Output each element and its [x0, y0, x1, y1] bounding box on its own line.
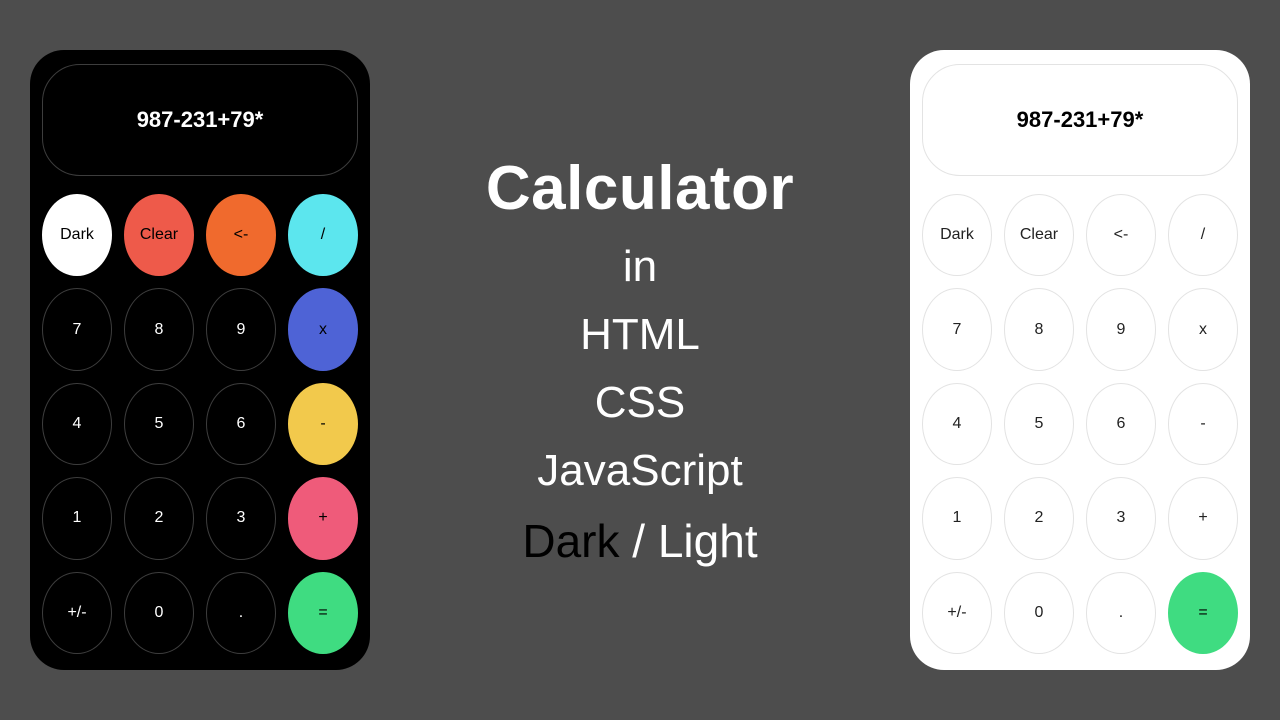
sign-toggle-button[interactable]: +/-: [922, 572, 992, 654]
digit-0-button[interactable]: 0: [124, 572, 194, 654]
digit-5-button[interactable]: 5: [124, 383, 194, 465]
theme-toggle-button[interactable]: Dark: [42, 194, 112, 276]
backspace-button[interactable]: <-: [1086, 194, 1156, 276]
digit-8-button[interactable]: 8: [124, 288, 194, 370]
clear-button[interactable]: Clear: [124, 194, 194, 276]
sign-toggle-button[interactable]: +/-: [42, 572, 112, 654]
digit-3-button[interactable]: 3: [1086, 477, 1156, 559]
multiply-button[interactable]: x: [1168, 288, 1238, 370]
calculator-light: 987-231+79* Dark Clear <- / 7 8 9 x 4 5 …: [910, 50, 1250, 670]
theme-toggle-button[interactable]: Dark: [922, 194, 992, 276]
display-dark: 987-231+79*: [42, 64, 358, 176]
digit-6-button[interactable]: 6: [1086, 383, 1156, 465]
digit-6-button[interactable]: 6: [206, 383, 276, 465]
digit-2-button[interactable]: 2: [124, 477, 194, 559]
digit-2-button[interactable]: 2: [1004, 477, 1074, 559]
calculator-dark: 987-231+79* Dark Clear <- / 7 8 9 x 4 5 …: [30, 50, 370, 670]
digit-1-button[interactable]: 1: [922, 477, 992, 559]
add-button[interactable]: +: [1168, 477, 1238, 559]
title-js: JavaScript: [537, 446, 742, 496]
keypad-dark: Dark Clear <- / 7 8 9 x 4 5 6 - 1 2 3 + …: [42, 194, 358, 654]
digit-4-button[interactable]: 4: [42, 383, 112, 465]
add-button[interactable]: +: [288, 477, 358, 559]
title-mode-light: Light: [658, 515, 758, 567]
digit-5-button[interactable]: 5: [1004, 383, 1074, 465]
clear-button[interactable]: Clear: [1004, 194, 1074, 276]
multiply-button[interactable]: x: [288, 288, 358, 370]
title-mode: Dark / Light: [522, 514, 757, 568]
digit-8-button[interactable]: 8: [1004, 288, 1074, 370]
digit-9-button[interactable]: 9: [206, 288, 276, 370]
display-light: 987-231+79*: [922, 64, 1238, 176]
digit-4-button[interactable]: 4: [922, 383, 992, 465]
digit-7-button[interactable]: 7: [922, 288, 992, 370]
digit-7-button[interactable]: 7: [42, 288, 112, 370]
title-mode-sep: /: [620, 515, 658, 567]
subtract-button[interactable]: -: [1168, 383, 1238, 465]
equals-button[interactable]: =: [288, 572, 358, 654]
digit-1-button[interactable]: 1: [42, 477, 112, 559]
digit-0-button[interactable]: 0: [1004, 572, 1074, 654]
keypad-light: Dark Clear <- / 7 8 9 x 4 5 6 - 1 2 3 + …: [922, 194, 1238, 654]
digit-3-button[interactable]: 3: [206, 477, 276, 559]
title-block: Calculator in HTML CSS JavaScript Dark /…: [486, 153, 794, 568]
divide-button[interactable]: /: [1168, 194, 1238, 276]
backspace-button[interactable]: <-: [206, 194, 276, 276]
decimal-button[interactable]: .: [1086, 572, 1156, 654]
divide-button[interactable]: /: [288, 194, 358, 276]
title-mode-dark: Dark: [522, 515, 619, 567]
title-css: CSS: [595, 378, 685, 428]
digit-9-button[interactable]: 9: [1086, 288, 1156, 370]
title-in: in: [623, 242, 657, 292]
title-main: Calculator: [486, 153, 794, 224]
subtract-button[interactable]: -: [288, 383, 358, 465]
decimal-button[interactable]: .: [206, 572, 276, 654]
title-html: HTML: [580, 310, 700, 360]
equals-button[interactable]: =: [1168, 572, 1238, 654]
